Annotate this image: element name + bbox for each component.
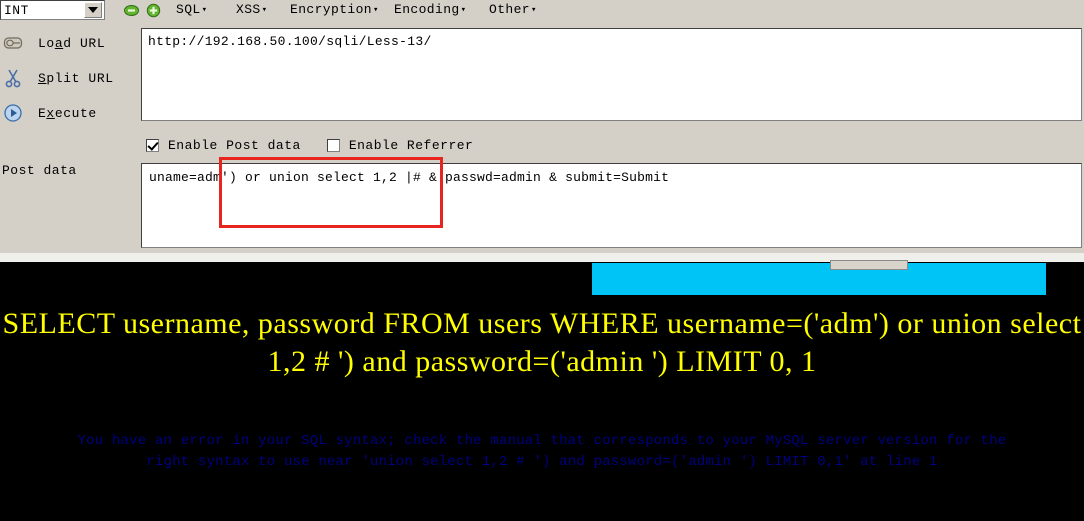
menu-encoding-label: Encoding — [394, 2, 460, 17]
type-select-value: INT — [4, 2, 29, 18]
chevron-down-icon[interactable] — [84, 2, 102, 18]
browser-page-output: SELECT username, password FROM users WHE… — [0, 253, 1084, 521]
menu-sql-label: SQL — [176, 2, 201, 17]
checkbox-icon[interactable] — [326, 138, 340, 152]
post-data-label: Post data — [2, 163, 77, 178]
enable-post-data-checkbox[interactable]: Enable Post data — [146, 138, 301, 153]
cyan-banner — [592, 263, 1046, 295]
minus-circle-icon[interactable] — [124, 3, 139, 18]
load-url-label: Load URL — [38, 35, 106, 51]
menu-xss-label: XSS — [236, 2, 261, 17]
split-url-button[interactable]: Split URL — [0, 63, 140, 93]
menu-encryption[interactable]: Encryption▾ — [290, 2, 379, 17]
menu-sql[interactable]: SQL▾ — [176, 2, 207, 17]
hackbar-screenshot: INT SQL▾ XSS▾ Encryption▾ Encoding▾ Othe… — [0, 0, 1084, 521]
post-options-row: Enable Post data Enable Referrer — [146, 136, 499, 154]
menu-encoding[interactable]: Encoding▾ — [394, 2, 466, 17]
enable-referrer-checkbox[interactable]: Enable Referrer — [326, 137, 474, 153]
sql-error-message: You have an error in your SQL syntax; ch… — [0, 431, 1084, 473]
hackbar-toolbar: INT SQL▾ XSS▾ Encryption▾ Encoding▾ Othe… — [0, 0, 1084, 22]
menu-other-label: Other — [489, 2, 531, 17]
menu-encryption-label: Encryption — [290, 2, 373, 17]
chevron-down-icon: ▾ — [460, 4, 467, 15]
load-url-icon — [0, 34, 26, 52]
sql-query-echo: SELECT username, password FROM users WHE… — [2, 307, 1082, 378]
split-url-label: Split URL — [38, 70, 114, 86]
chevron-down-icon: ▾ — [261, 4, 268, 15]
execute-button[interactable]: Execute — [0, 98, 140, 128]
sql-error-line-2: right syntax to use near 'union select 1… — [146, 454, 938, 470]
menu-xss[interactable]: XSS▾ — [236, 2, 267, 17]
enable-post-data-label: Enable Post data — [168, 137, 301, 153]
hackbar-panel: INT SQL▾ XSS▾ Encryption▾ Encoding▾ Othe… — [0, 0, 1084, 253]
banner-tab-nub — [830, 260, 908, 270]
sql-error-line-1: You have an error in your SQL syntax; ch… — [77, 433, 1007, 449]
checkbox-icon[interactable] — [146, 138, 159, 152]
play-circle-icon — [0, 103, 26, 123]
chevron-down-icon: ▾ — [373, 4, 379, 15]
type-select[interactable]: INT — [0, 0, 105, 20]
execute-label: Execute — [38, 105, 97, 121]
plus-circle-icon[interactable] — [146, 3, 161, 18]
url-input[interactable]: http://192.168.50.100/sqli/Less-13/ — [141, 28, 1082, 121]
enable-referrer-label: Enable Referrer — [348, 137, 474, 153]
post-data-input[interactable]: uname=adm') or union select 1,2 |# & pas… — [141, 163, 1082, 248]
load-url-button[interactable]: Load URL — [0, 28, 140, 58]
chevron-down-icon: ▾ — [531, 4, 537, 15]
chevron-down-icon: ▾ — [201, 4, 208, 15]
scissors-icon — [0, 68, 26, 88]
page-top-strip — [0, 253, 1084, 262]
menu-other[interactable]: Other▾ — [489, 2, 537, 17]
